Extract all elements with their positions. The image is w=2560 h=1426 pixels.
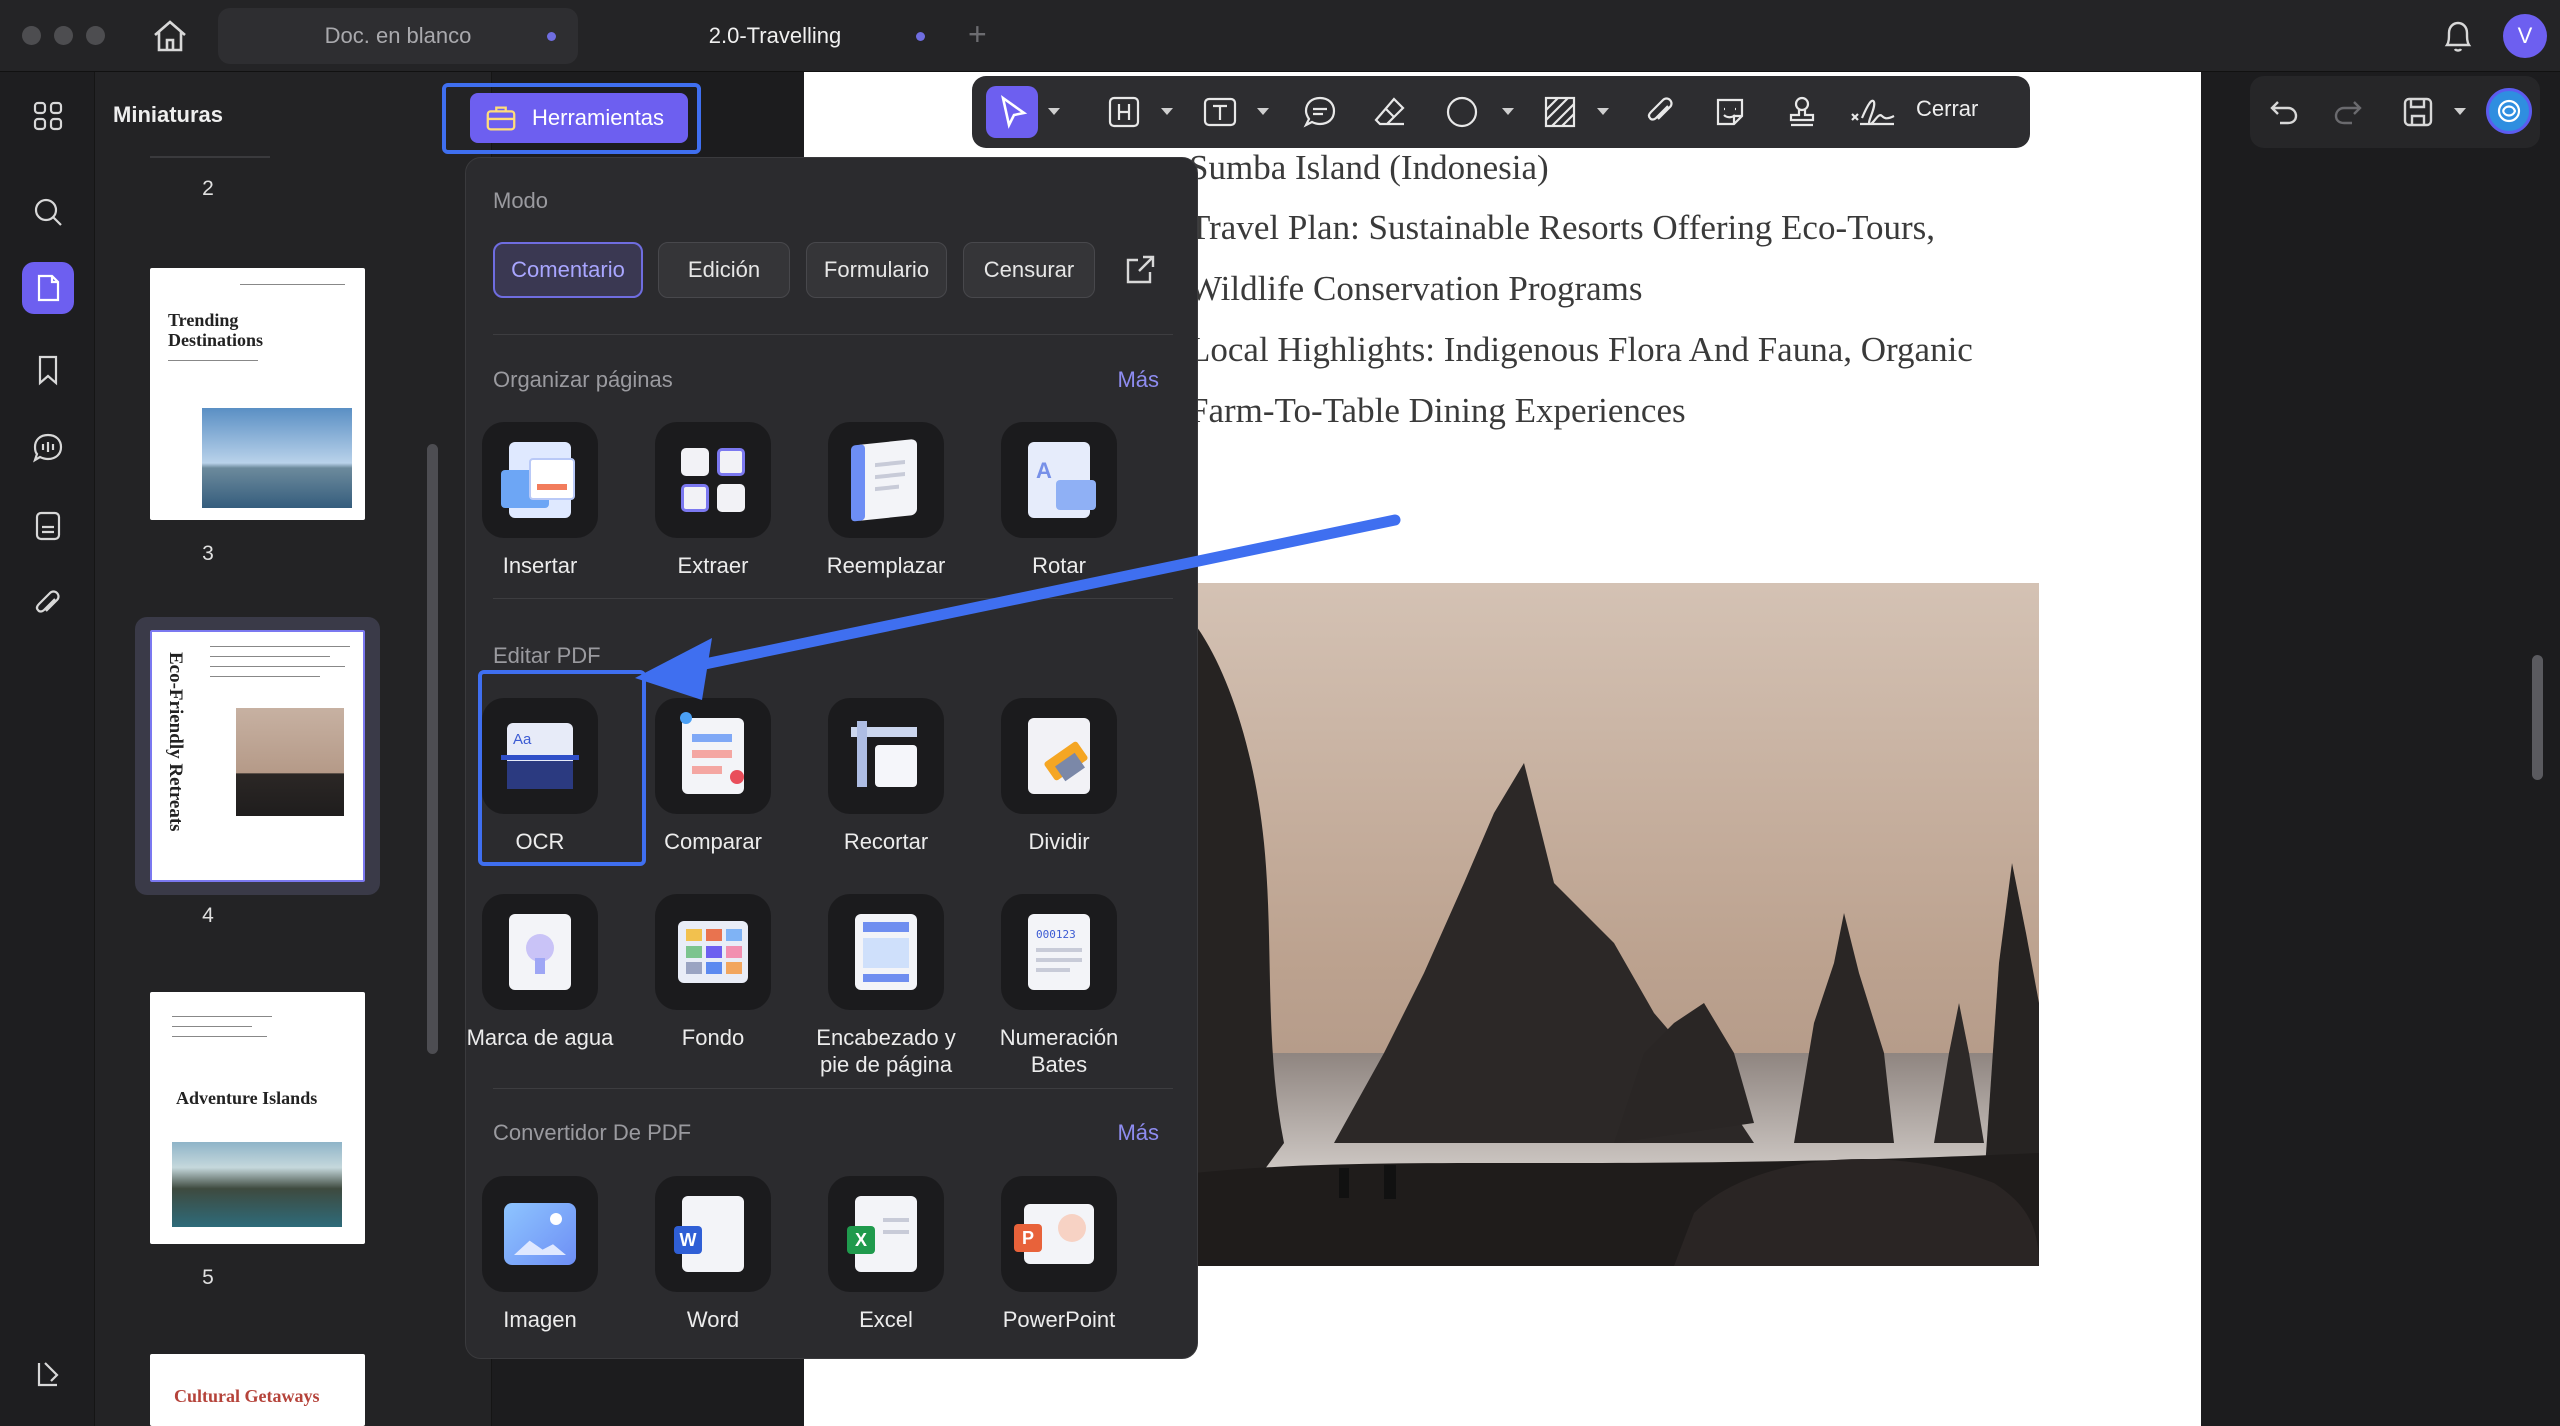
- annotation-arrow: [635, 514, 1401, 700]
- document-scrollbar[interactable]: [2532, 655, 2543, 780]
